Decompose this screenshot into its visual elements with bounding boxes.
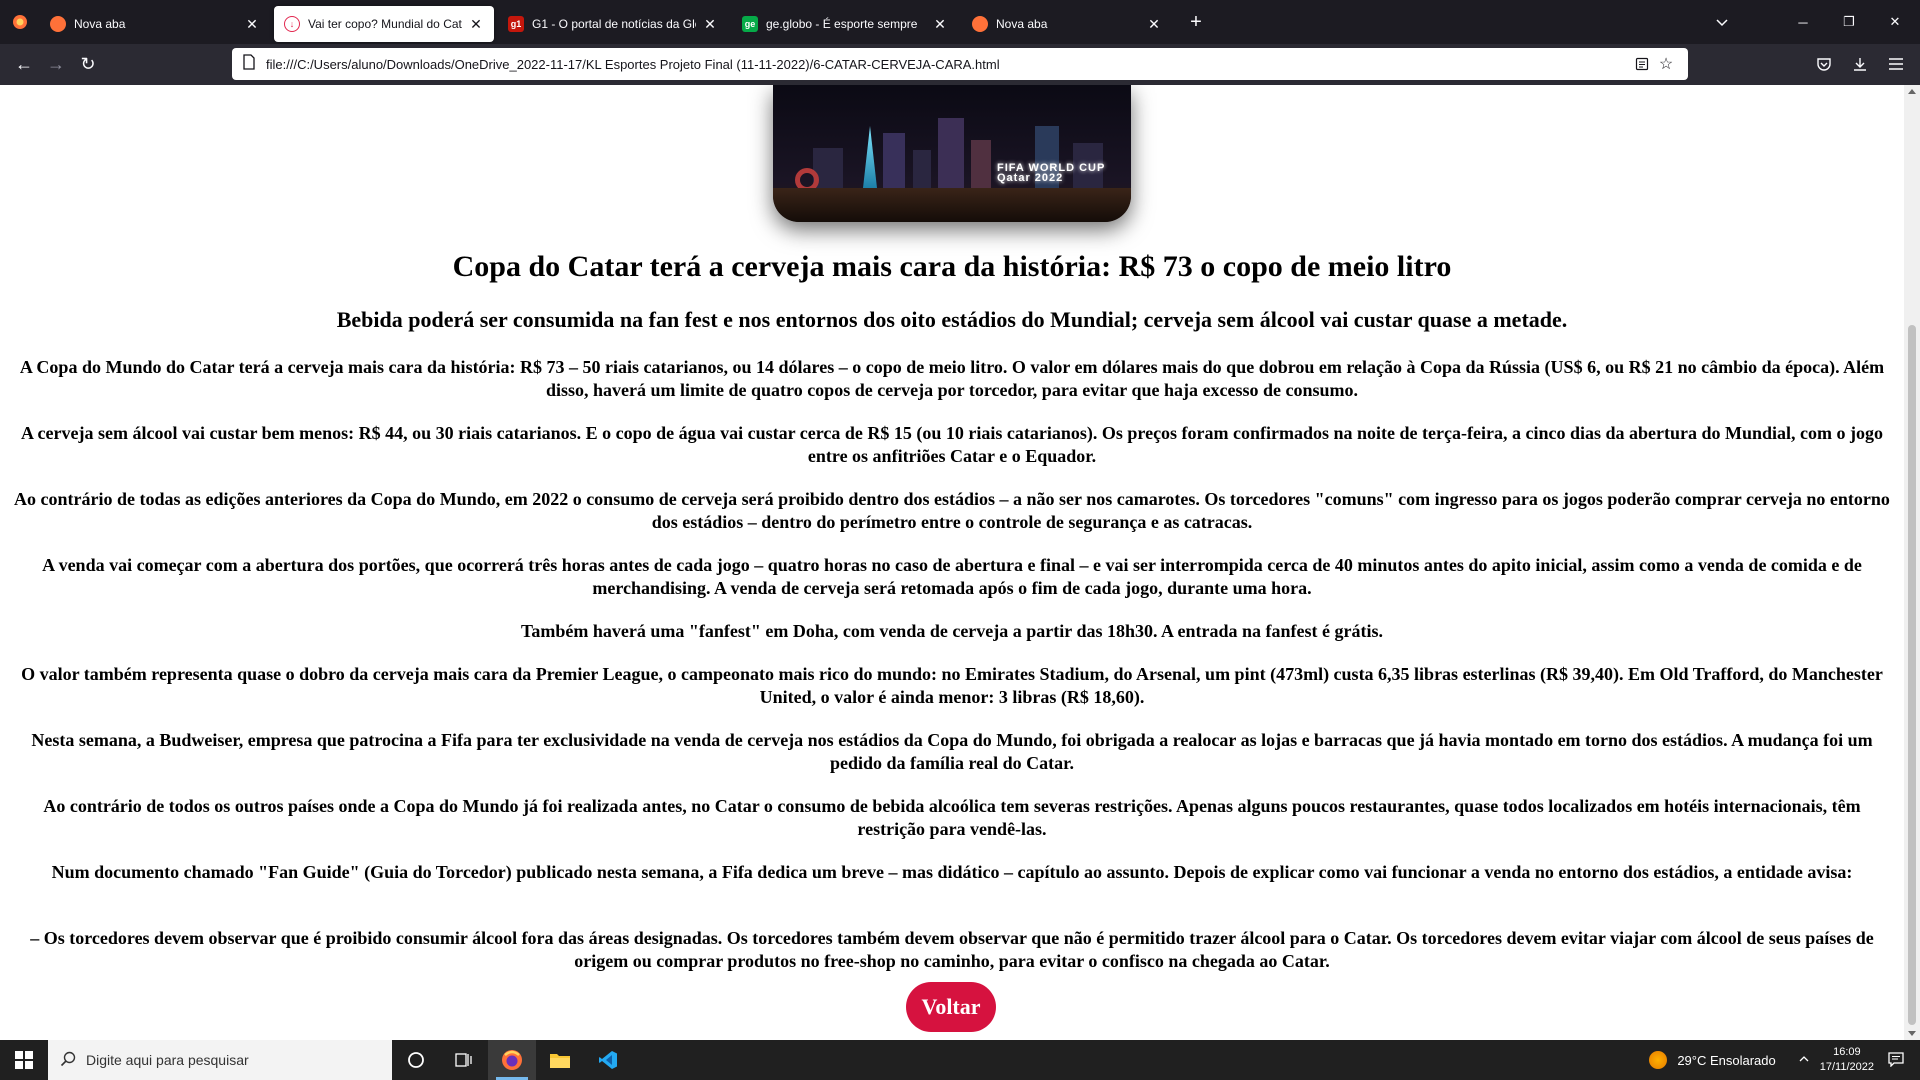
back-arrow-icon[interactable]: ← xyxy=(8,49,40,81)
article-paragraph: O valor também representa quase o dobro … xyxy=(21,664,1883,707)
firefox-icon xyxy=(972,16,988,32)
hamburger-menu-icon[interactable] xyxy=(1880,48,1912,80)
new-tab-button[interactable]: + xyxy=(1180,6,1212,38)
close-tab-icon[interactable]: ✕ xyxy=(1146,16,1162,32)
search-icon xyxy=(60,1051,76,1070)
tab-title: Nova aba xyxy=(996,17,1048,31)
firefox-taskbar-icon[interactable] xyxy=(488,1040,536,1080)
weather-text[interactable]: 29°C Ensolarado xyxy=(1677,1053,1775,1068)
tab-title: G1 - O portal de notícias da Glo xyxy=(532,17,696,31)
hero-image: FIFA WORLD CUP Qatar 2022 xyxy=(773,85,1131,222)
article-paragraph: Ao contrário de todas as edições anterio… xyxy=(14,489,1890,532)
tab-nova-aba-2[interactable]: Nova aba ✕ xyxy=(962,6,1172,42)
g1-icon: g1 xyxy=(508,16,524,32)
pocket-icon[interactable] xyxy=(1808,48,1840,80)
article-paragraph: Nesta semana, a Budweiser, empresa que p… xyxy=(31,730,1873,773)
forward-arrow-icon[interactable]: → xyxy=(40,49,72,81)
windows-taskbar: Digite aqui para pesquisar 29°C Ensolara… xyxy=(0,1040,1920,1080)
article-paragraph: A cerveja sem álcool vai custar bem meno… xyxy=(21,423,1883,466)
vscode-icon[interactable] xyxy=(584,1040,632,1080)
notifications-icon[interactable] xyxy=(1888,1051,1904,1070)
url-bar[interactable]: file:///C:/Users/aluno/Downloads/OneDriv… xyxy=(232,48,1688,80)
tab-title: ge.globo - É esporte sempre xyxy=(766,17,918,31)
close-tab-icon[interactable]: ✕ xyxy=(702,16,718,32)
scroll-down-icon[interactable] xyxy=(1908,1031,1916,1036)
article-paragraph: Ao contrário de todos os outros países o… xyxy=(43,796,1861,839)
tab-title: Vai ter copo? Mundial do Catar terá xyxy=(308,17,462,31)
system-tray: 29°C Ensolarado 16:09 17/11/2022 xyxy=(1649,1040,1920,1080)
clock[interactable]: 16:09 17/11/2022 xyxy=(1820,1045,1874,1075)
article-title: Copa do Catar terá a cerveja mais cara d… xyxy=(452,250,1452,283)
file-icon xyxy=(242,53,256,75)
close-tab-icon[interactable]: ✕ xyxy=(468,16,484,32)
downloads-icon[interactable] xyxy=(1844,48,1876,80)
list-all-tabs-icon[interactable] xyxy=(1706,6,1738,38)
document-icon: ↓ xyxy=(284,16,300,32)
page-viewport: FIFA WORLD CUP Qatar 2022 Copa do Catar … xyxy=(0,85,1904,1040)
restore-icon[interactable]: ❐ xyxy=(1826,0,1872,44)
navigation-toolbar: ← → ↻ file:///C:/Users/aluno/Downloads/O… xyxy=(0,44,1920,85)
tab-ge-globo[interactable]: ge ge.globo - É esporte sempre ✕ xyxy=(732,6,958,42)
file-explorer-icon[interactable] xyxy=(536,1040,584,1080)
ge-icon: ge xyxy=(742,16,758,32)
tab-catar-cerveja[interactable]: ↓ Vai ter copo? Mundial do Catar terá ✕ xyxy=(274,6,494,42)
article-paragraph: A Copa do Mundo do Catar terá a cerveja … xyxy=(19,357,1885,400)
show-hidden-icons-icon[interactable] xyxy=(1798,1053,1810,1068)
clock-time: 16:09 xyxy=(1833,1046,1861,1058)
cortana-icon[interactable] xyxy=(392,1040,440,1080)
article-paragraph: Também haverá uma "fanfest" em Doha, com… xyxy=(521,621,1383,641)
clock-date: 17/11/2022 xyxy=(1819,1061,1874,1073)
article-subtitle: Bebida poderá ser consumida na fan fest … xyxy=(336,307,1568,332)
windows-start-icon[interactable] xyxy=(0,1040,48,1080)
reload-icon[interactable]: ↻ xyxy=(72,49,104,81)
tab-g1[interactable]: g1 G1 - O portal de notícias da Glo ✕ xyxy=(498,6,728,42)
firefox-icon xyxy=(50,16,66,32)
tab-strip: Nova aba ✕ ↓ Vai ter copo? Mundial do Ca… xyxy=(0,0,1920,44)
task-view-icon[interactable] xyxy=(440,1040,488,1080)
tab-title: Nova aba xyxy=(74,17,126,31)
taskbar-search-box[interactable]: Digite aqui para pesquisar xyxy=(48,1040,392,1080)
firefox-view-icon[interactable] xyxy=(0,0,40,44)
tab-nova-aba-1[interactable]: Nova aba ✕ xyxy=(40,6,270,42)
scroll-up-icon[interactable] xyxy=(1908,89,1916,94)
search-placeholder: Digite aqui para pesquisar xyxy=(86,1052,249,1068)
minimize-icon[interactable]: ─ xyxy=(1780,0,1826,44)
bookmark-star-icon[interactable]: ☆ xyxy=(1654,52,1678,76)
voltar-button[interactable]: Voltar xyxy=(906,982,996,1032)
scrollbar-thumb[interactable] xyxy=(1908,325,1916,1025)
close-tab-icon[interactable]: ✕ xyxy=(932,16,948,32)
reader-view-icon[interactable] xyxy=(1630,52,1654,76)
url-text[interactable]: file:///C:/Users/aluno/Downloads/OneDriv… xyxy=(266,57,1630,72)
close-window-icon[interactable]: ✕ xyxy=(1872,0,1918,44)
page-scrollbar[interactable] xyxy=(1904,85,1920,1040)
article-paragraph: – Os torcedores devem observar que é pro… xyxy=(30,928,1874,971)
weather-sun-icon[interactable] xyxy=(1649,1051,1668,1069)
world-cup-sign: FIFA WORLD CUP Qatar 2022 xyxy=(997,162,1106,184)
article-paragraph: A venda vai começar com a abertura dos p… xyxy=(42,555,1862,598)
close-tab-icon[interactable]: ✕ xyxy=(244,16,260,32)
article-paragraph: Num documento chamado "Fan Guide" (Guia … xyxy=(51,862,1853,882)
